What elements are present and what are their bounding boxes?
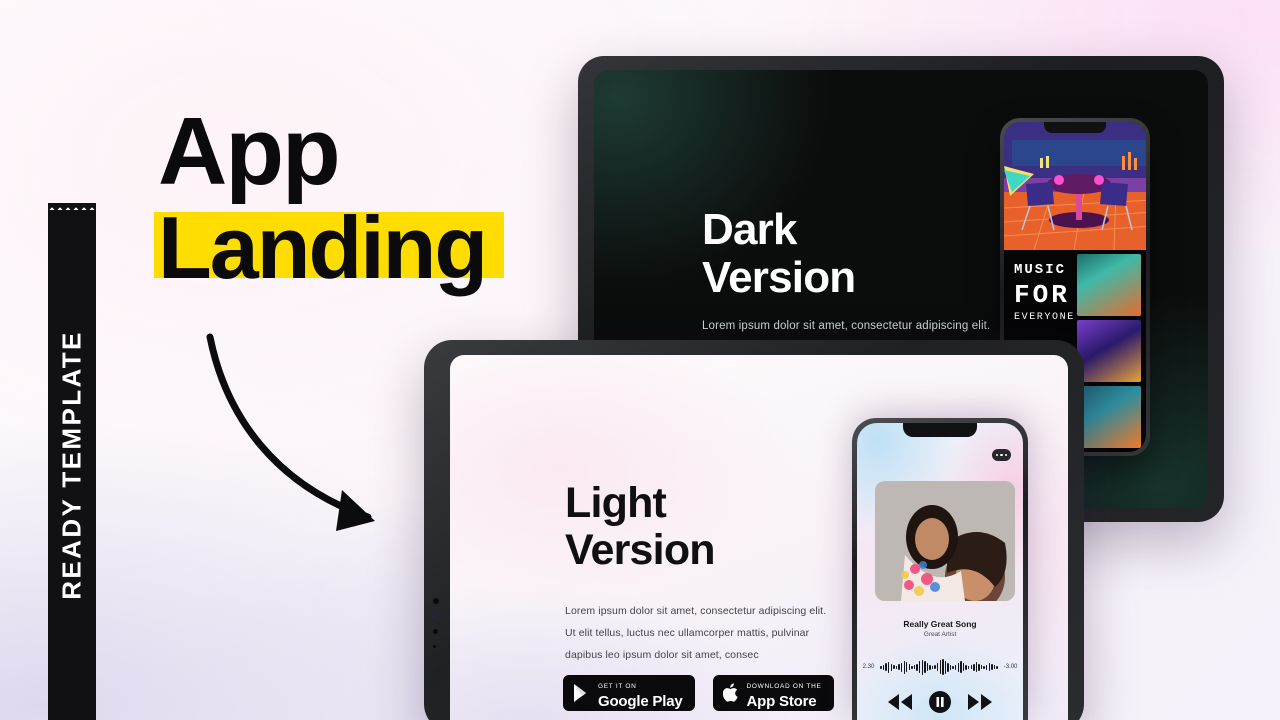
light-heading-line2: Version [565, 526, 716, 575]
music-player-screen: Really Great Song Great Artist 2.30 -3.0… [857, 423, 1023, 720]
hero-artwork [1004, 122, 1146, 250]
thumbnail-item[interactable] [1077, 320, 1141, 382]
app-store-text: Download on the App Store [747, 675, 822, 711]
google-play-top: GET IT ON [598, 683, 637, 690]
playback-progress[interactable]: 2.30 -3.00 [857, 659, 1023, 675]
google-play-badge[interactable]: GET IT ON Google Play [563, 675, 695, 711]
time-remaining: -3.00 [1003, 664, 1018, 670]
ribbon-torn-edge [48, 203, 96, 211]
fast-forward-button[interactable] [967, 693, 993, 711]
title-line-landing: Landing [158, 198, 488, 298]
light-body-line2: Ut elit tellus, luctus nec ullamcorper m… [565, 627, 810, 640]
tablet-camera-dots [433, 598, 439, 659]
title-line-landing-wrap: Landing [154, 204, 504, 292]
light-heading-line1: Light [565, 479, 667, 527]
time-elapsed: 2.30 [862, 664, 875, 670]
google-play-text: GET IT ON Google Play [598, 675, 683, 711]
apple-logo-icon [722, 683, 738, 702]
album-artwork [875, 481, 1015, 601]
thumbnail-list [1077, 254, 1141, 452]
dark-heading-line2: Version [702, 252, 856, 302]
google-play-icon [574, 684, 586, 702]
pause-button[interactable] [929, 691, 951, 713]
google-play-main: Google Play [598, 693, 683, 710]
transport-controls [857, 691, 1023, 713]
dark-heading-line1: Dark [702, 205, 797, 254]
rewind-button[interactable] [887, 693, 913, 711]
dark-phone-tagline: MUSIC FOR EVERYONE [1004, 250, 1088, 331]
title-line-app: App [158, 98, 341, 205]
curved-arrow-icon [206, 333, 375, 531]
page-title: App Landing [154, 98, 504, 292]
thumbnail-item[interactable] [1077, 254, 1141, 316]
more-options-icon[interactable] [992, 449, 1011, 461]
ready-template-ribbon: READY TEMPLATE [48, 203, 96, 720]
app-store-top: Download on the [746, 683, 822, 690]
light-body-line3: dapibus leo ipsum dolor sit amet, consec [565, 649, 759, 662]
ribbon-label: READY TEMPLATE [56, 330, 87, 600]
phone-notch [903, 423, 977, 437]
light-body-text: Lorem ipsum dolor sit amet, consectetur … [565, 600, 835, 666]
waveform-scrubber[interactable] [880, 659, 998, 675]
music-player-phone: Really Great Song Great Artist 2.30 -3.0… [852, 418, 1028, 720]
artist-name: Great Artist [923, 631, 957, 638]
store-badges: GET IT ON Google Play Download on the Ap… [563, 675, 834, 711]
phone-notch [1044, 122, 1106, 133]
thumbnail-item[interactable] [1077, 386, 1141, 448]
dark-body-line1: Lorem ipsum dolor sit amet, consectetur … [702, 320, 991, 332]
song-title: Really Great Song [903, 619, 977, 629]
light-heading: Light Version [565, 479, 716, 575]
light-body-line1: Lorem ipsum dolor sit amet, consectetur … [565, 605, 827, 617]
app-store-badge[interactable]: Download on the App Store [712, 675, 834, 711]
dark-heading: Dark Version [702, 205, 856, 302]
app-store-main: App Store [746, 693, 817, 710]
